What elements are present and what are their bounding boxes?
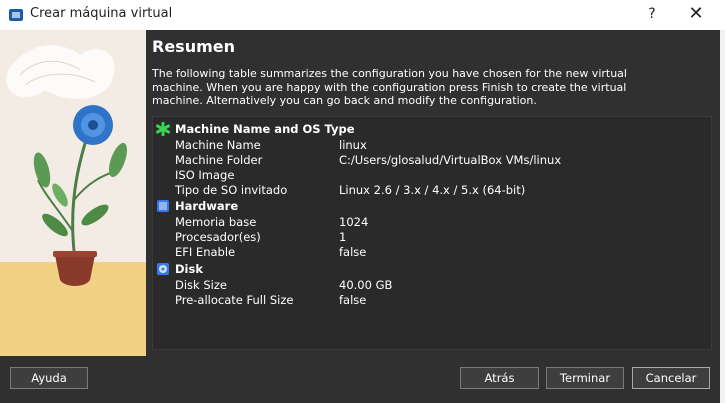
green-asterisk-icon	[156, 122, 170, 136]
table-row: Machine Folder C:/Users/glosalud/Virtual…	[153, 152, 711, 167]
summary-table: Machine Name and OS Type Machine Name li…	[152, 116, 712, 350]
summary-page: Resumen The following table summarizes t…	[152, 30, 717, 356]
table-row: Disk Size 40.00 GB	[153, 277, 711, 292]
row-key: Pre-allocate Full Size	[175, 293, 294, 307]
back-button[interactable]: Atrás	[460, 367, 539, 389]
section-title: Disk	[175, 262, 203, 276]
row-key: ISO Image	[175, 168, 235, 182]
row-value: false	[339, 293, 367, 307]
row-value: false	[339, 245, 367, 259]
close-window-button[interactable]: ✕	[682, 3, 710, 25]
chip-icon	[157, 200, 169, 212]
help-button[interactable]: Ayuda	[10, 367, 88, 389]
finish-button[interactable]: Terminar	[546, 367, 624, 389]
section-title: Machine Name and OS Type	[175, 122, 355, 136]
section-hardware: Hardware	[153, 198, 711, 213]
row-value: Linux 2.6 / 3.x / 4.x / 5.x (64-bit)	[339, 183, 526, 197]
title-bar: Crear máquina virtual ? ✕	[0, 0, 725, 30]
virtualbox-app-icon	[9, 9, 23, 21]
page-description: The following table summarizes the confi…	[152, 67, 627, 107]
row-key: Machine Name	[175, 138, 261, 152]
row-key: Procesador(es)	[175, 230, 261, 244]
row-key: Memoria base	[175, 215, 257, 229]
section-title: Hardware	[175, 199, 239, 213]
section-machine-name-os-type: Machine Name and OS Type	[153, 121, 711, 136]
row-key: Machine Folder	[175, 153, 263, 167]
cancel-button[interactable]: Cancelar	[632, 367, 710, 389]
background-window-edge	[720, 30, 725, 403]
table-row: ISO Image	[153, 167, 711, 182]
row-value: C:/Users/glosalud/VirtualBox VMs/linux	[339, 153, 562, 167]
row-value: 1	[339, 230, 347, 244]
table-row: Machine Name linux	[153, 137, 711, 152]
row-value: 40.00 GB	[339, 278, 393, 292]
table-row: Procesador(es) 1	[153, 229, 711, 244]
table-row: Pre-allocate Full Size false	[153, 292, 711, 307]
table-row: Tipo de SO invitado Linux 2.6 / 3.x / 4.…	[153, 182, 711, 197]
row-value: linux	[339, 138, 367, 152]
row-key: EFI Enable	[175, 245, 236, 259]
table-row: Memoria base 1024	[153, 214, 711, 229]
table-row: EFI Enable false	[153, 244, 711, 259]
wizard-illustration	[0, 30, 146, 356]
row-key: Tipo de SO invitado	[175, 183, 288, 197]
page-title: Resumen	[152, 37, 235, 56]
row-value: 1024	[339, 215, 369, 229]
window-title: Crear máquina virtual	[30, 6, 173, 21]
section-disk: Disk	[153, 261, 711, 276]
row-key: Disk Size	[175, 278, 227, 292]
help-question-button[interactable]: ?	[640, 3, 664, 25]
wizard-dialog: Resumen The following table summarizes t…	[0, 30, 720, 403]
disk-icon	[157, 263, 169, 275]
